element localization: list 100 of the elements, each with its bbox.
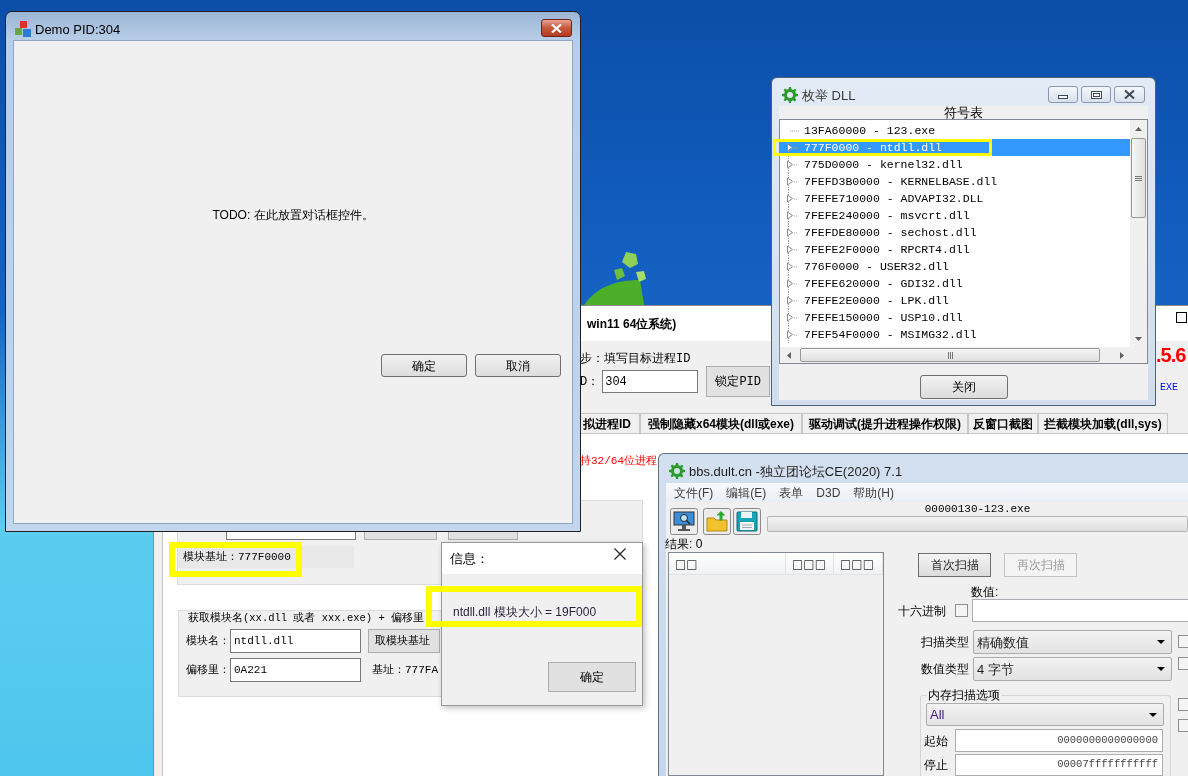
window-title: 枚举 DLL <box>802 88 856 103</box>
region-dropdown[interactable]: All <box>926 703 1164 726</box>
expand-arrow-icon[interactable] <box>786 173 798 190</box>
link-text: EXE <box>1160 382 1178 394</box>
caret-right-icon <box>1119 351 1124 359</box>
tree-item[interactable]: 7FEFE2E0000 - LPK.dll <box>780 292 1130 309</box>
menu-item[interactable]: D3D <box>816 485 841 500</box>
field-label: 停止 <box>924 758 949 772</box>
offset-field[interactable]: 0A221 <box>230 658 361 682</box>
tree-item[interactable]: 776F0000 - USER32.dll <box>780 258 1130 275</box>
maximize-icon <box>1090 90 1102 99</box>
message-text: ntdll.dll 模块大小 = 19F000 <box>453 605 597 619</box>
cubes-icon <box>15 21 31 37</box>
warning-text: 持32/64位进程 <box>580 455 657 468</box>
column-header[interactable]: □□ <box>669 553 786 574</box>
tab[interactable]: 反窗口截图 <box>968 413 1038 433</box>
value-field[interactable] <box>972 599 1188 622</box>
tree-item[interactable]: 7FEF54F0000 - MSIMG32.dll <box>780 326 1130 343</box>
base-address-label: 模块基址：777F0000 <box>178 546 354 568</box>
field-label: 起始 <box>924 733 949 748</box>
expand-arrow-icon[interactable] <box>786 292 798 309</box>
expand-arrow-icon[interactable] <box>786 156 798 173</box>
window-title: Demo PID:304 <box>35 22 121 37</box>
window-title: win11 64位系统) <box>587 316 677 331</box>
expand-arrow-icon[interactable] <box>786 207 798 224</box>
tree-item[interactable]: 7FEFE240000 - msvcrt.dll <box>780 207 1130 224</box>
module-name-field[interactable]: ntdll.dll <box>230 629 361 653</box>
checkbox[interactable] <box>1178 698 1188 711</box>
field-label: 数值类型 <box>921 662 969 676</box>
expand-arrow-icon[interactable] <box>786 309 798 326</box>
checkbox[interactable] <box>1178 635 1188 648</box>
caret-up-icon <box>1135 126 1142 131</box>
expand-arrow-icon[interactable] <box>786 326 798 343</box>
checkbox[interactable] <box>1178 719 1188 732</box>
message-text: TODO: 在此放置对话框控件。 <box>212 208 374 222</box>
tree-item[interactable]: 7FEFE620000 - GDI32.dll <box>780 275 1130 292</box>
expand-arrow-icon[interactable] <box>786 275 798 292</box>
menu-item[interactable]: 表单 <box>779 485 804 500</box>
caret-icon <box>1157 667 1165 671</box>
get-base-button[interactable]: 取模块基址 <box>368 629 440 653</box>
scan-button[interactable]: 首次扫描 <box>918 553 991 577</box>
tree-item[interactable]: 7FEFE2F0000 - RPCRT4.dll <box>780 241 1130 258</box>
field-label: D： <box>580 374 600 389</box>
pid-field[interactable]: 304 <box>602 370 699 393</box>
close-icon <box>1124 90 1135 99</box>
tab[interactable]: 驱动调试(提升进程操作权限) <box>802 413 968 433</box>
lock-pid-button[interactable]: 锁定PID <box>706 366 771 397</box>
tab[interactable]: 拦截模块加载(dll,sys) <box>1038 413 1168 433</box>
stop-address-field[interactable]: 00007fffffffffff <box>955 754 1163 776</box>
checkbox[interactable] <box>1178 657 1188 670</box>
menu-item[interactable]: 文件(F) <box>674 485 714 500</box>
column-header[interactable]: □□□ <box>786 553 834 574</box>
expand-arrow-icon[interactable] <box>786 190 798 207</box>
field-label: 十六进制 <box>898 603 946 618</box>
menu-item[interactable]: 帮助(H) <box>853 485 894 500</box>
tree-item[interactable]: 7FEFD3B0000 - KERNELBASE.dll <box>780 173 1130 190</box>
dialog-title: 信息： <box>450 551 489 566</box>
field-label: 偏移里： <box>186 662 230 678</box>
ok-button[interactable]: 确定 <box>548 662 636 692</box>
minimize-button[interactable] <box>1048 86 1078 103</box>
field-label: 扫描类型 <box>921 635 969 649</box>
close-icon <box>551 23 562 33</box>
caret-icon <box>1149 712 1157 717</box>
menu-item[interactable]: 编辑(E) <box>726 485 767 500</box>
tree-item[interactable]: 7FEFDE80000 - sechost.dll <box>780 224 1130 241</box>
floppy-disk-icon[interactable] <box>733 508 761 535</box>
column-header[interactable]: □□□ <box>834 553 883 574</box>
tree-item[interactable]: 775D0000 - kernel32.dll <box>780 156 1130 173</box>
grip-icon <box>947 351 953 359</box>
group-title: 内存扫描选项 <box>927 688 1001 702</box>
minimize-icon <box>1058 95 1068 99</box>
dialog-button[interactable]: 取消 <box>475 354 561 377</box>
window-title: bbs.dult.cn -独立团论坛CE(2020) 7.1 <box>689 464 903 479</box>
dialog-button[interactable]: 确定 <box>381 354 467 377</box>
tree-item[interactable]: 7FEFE150000 - USP10.dll <box>780 309 1130 326</box>
folder-icon[interactable] <box>703 508 731 535</box>
maximize-button[interactable] <box>1081 86 1111 103</box>
results-count: 结果: 0 <box>665 537 703 551</box>
value-type-dropdown[interactable]: 4 字节 <box>973 657 1172 681</box>
maximize-icon[interactable] <box>1176 312 1187 323</box>
close-icon[interactable] <box>614 547 626 560</box>
close-button[interactable]: 关闭 <box>919 375 1008 399</box>
checkbox[interactable] <box>955 604 968 617</box>
scan-type-dropdown[interactable]: 精确数值 <box>973 630 1172 654</box>
start-address-field[interactable]: 0000000000000000 <box>955 729 1163 752</box>
scrollbar-thumb[interactable] <box>1131 138 1146 218</box>
scrollbar-thumb[interactable] <box>800 348 1100 362</box>
expand-arrow-icon[interactable] <box>786 224 798 241</box>
tab[interactable]: 强制隐藏x64模块(dll或exe) <box>640 413 802 433</box>
tree-item[interactable]: 7FEFE710000 - ADVAPI32.DLL <box>780 190 1130 207</box>
close-button[interactable] <box>541 19 572 37</box>
process-name: 00000130-123.exe <box>924 502 1031 516</box>
close-window-button[interactable] <box>1114 86 1145 103</box>
monitor-icon[interactable] <box>670 508 698 535</box>
expand-arrow-icon[interactable] <box>786 241 798 258</box>
caret-left-icon <box>786 351 791 359</box>
expand-arrow-icon[interactable] <box>786 258 798 275</box>
result-text: 基址：777FA <box>372 662 438 678</box>
tree-item[interactable]: 13FA60000 - 123.exe <box>780 122 1130 139</box>
grip-icon <box>1135 175 1142 181</box>
